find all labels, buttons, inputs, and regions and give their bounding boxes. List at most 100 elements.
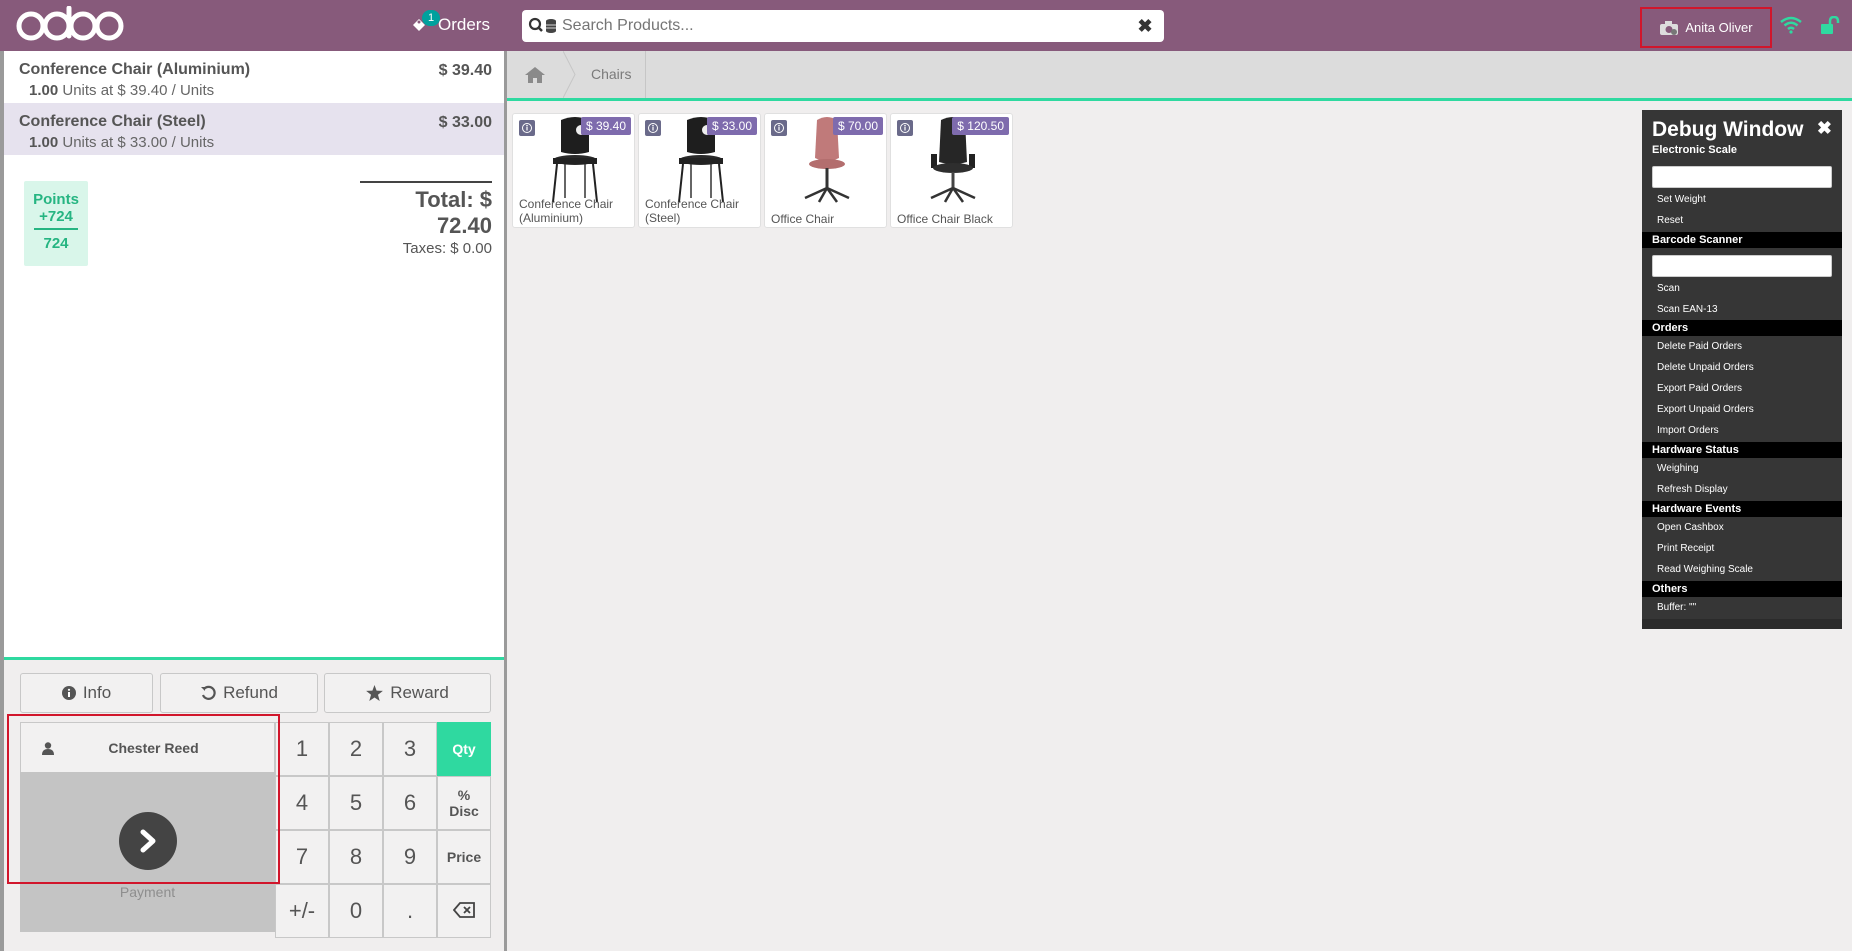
order-summary: Total: $ 72.40 Taxes: $ 0.00	[360, 181, 492, 257]
order-line-qty: 1.00	[29, 134, 59, 151]
product-info-icon[interactable]	[519, 120, 535, 136]
weighing-button[interactable]: Weighing	[1657, 463, 1699, 474]
order-taxes: Taxes: $ 0.00	[402, 240, 492, 257]
product-info-icon[interactable]	[645, 120, 661, 136]
scan-ean13-button[interactable]: Scan EAN-13	[1657, 304, 1718, 315]
product-name: Conference Chair (Steel)	[645, 197, 740, 225]
backspace-icon	[452, 898, 475, 924]
product-name: Office Chair Black	[897, 212, 993, 226]
barcode-input[interactable]	[1652, 255, 1832, 277]
numpad-key-plus-minus[interactable]: +/-	[275, 884, 329, 938]
order-line-selected[interactable]: Conference Chair (Steel) $ 33.00 1.00 Un…	[4, 103, 504, 155]
wifi-icon[interactable]	[1780, 16, 1802, 39]
loyalty-divider	[34, 228, 78, 230]
debug-window: Debug Window ✖ Electronic Scale Set Weig…	[1642, 110, 1842, 629]
section-others: Others	[1642, 581, 1842, 597]
breadcrumb-separator	[563, 51, 576, 98]
section-orders: Orders	[1642, 320, 1842, 336]
breadcrumb-category[interactable]: Chairs	[591, 51, 651, 98]
reset-button[interactable]: Reset	[1657, 215, 1683, 226]
read-weighing-scale-button[interactable]: Read Weighing Scale	[1657, 564, 1753, 575]
info-button[interactable]: Info	[20, 673, 153, 713]
unlock-icon[interactable]	[1820, 15, 1840, 39]
product-price-tag: $ 33.00	[706, 117, 757, 135]
order-total: Total: $ 72.40	[415, 187, 492, 238]
product-price-tag: $ 120.50	[952, 117, 1009, 135]
reward-button[interactable]: Reward	[324, 673, 491, 713]
delete-unpaid-orders-button[interactable]: Delete Unpaid Orders	[1657, 362, 1754, 373]
numpad-key-4[interactable]: 4	[275, 776, 329, 830]
scan-button[interactable]: Scan	[1657, 283, 1680, 294]
numpad-key-6[interactable]: 6	[383, 776, 437, 830]
debug-title: Debug Window	[1652, 118, 1804, 141]
set-weight-button[interactable]: Set Weight	[1657, 194, 1706, 205]
buffer-readout: Buffer: ""	[1657, 602, 1697, 613]
section-electronic-scale: Electronic Scale	[1652, 144, 1737, 156]
export-unpaid-orders-button[interactable]: Export Unpaid Orders	[1657, 404, 1754, 415]
numpad-key-0[interactable]: 0	[329, 884, 383, 938]
numpad-key-8[interactable]: 8	[329, 830, 383, 884]
loyalty-won: +724	[39, 208, 73, 225]
payment-highlight	[7, 714, 280, 884]
order-line-price: $ 39.40	[438, 62, 492, 79]
info-icon	[61, 686, 76, 700]
product-info-icon[interactable]	[771, 120, 787, 136]
refund-label: Refund	[223, 683, 278, 702]
order-line-unit-info: Units at $ 33.00 / Units	[62, 134, 215, 151]
section-barcode-scanner: Barcode Scanner	[1642, 232, 1842, 248]
discount-mode-button[interactable]: % Disc	[437, 776, 491, 830]
qty-mode-button[interactable]: Qty	[437, 722, 491, 776]
import-orders-button[interactable]: Import Orders	[1657, 425, 1719, 436]
search-input[interactable]	[562, 11, 1126, 41]
product-card[interactable]: $ 70.00 Office Chair	[764, 113, 887, 228]
orders-count-badge: 1	[422, 10, 440, 26]
product-price-tag: $ 39.40	[580, 117, 631, 135]
category-breadcrumb: Chairs	[507, 51, 1852, 101]
order-line[interactable]: Conference Chair (Aluminium) $ 39.40 1.0…	[4, 51, 504, 103]
product-price-tag: $ 70.00	[832, 117, 883, 135]
breadcrumb-divider	[645, 51, 646, 98]
odoo-logo	[14, 6, 124, 44]
home-button[interactable]	[507, 51, 563, 98]
backspace-button[interactable]	[437, 884, 491, 938]
close-icon[interactable]: ✖	[1817, 118, 1832, 139]
cashier-name: Anita Oliver	[1685, 20, 1753, 35]
loyalty-total: 724	[43, 235, 69, 252]
export-paid-orders-button[interactable]: Export Paid Orders	[1657, 383, 1742, 394]
undo-icon	[200, 685, 216, 701]
loyalty-points-box: Points +724 724	[24, 181, 88, 266]
cashier-button[interactable]: Anita Oliver	[1640, 7, 1772, 48]
numpad-key-7[interactable]: 7	[275, 830, 329, 884]
order-line-info: 1.00 Units at $ 39.40 / Units	[19, 82, 492, 99]
numpad-key-5[interactable]: 5	[329, 776, 383, 830]
price-mode-button[interactable]: Price	[437, 830, 491, 884]
product-info-icon[interactable]	[897, 120, 913, 136]
numpad-key-decimal[interactable]: .	[383, 884, 437, 938]
section-hardware-status: Hardware Status	[1642, 442, 1842, 458]
open-cashbox-button[interactable]: Open Cashbox	[1657, 522, 1724, 533]
delete-paid-orders-button[interactable]: Delete Paid Orders	[1657, 341, 1742, 352]
refresh-display-button[interactable]: Refresh Display	[1657, 484, 1728, 495]
product-search: ✖	[522, 10, 1164, 42]
refund-button[interactable]: Refund	[160, 673, 318, 713]
order-line-info: 1.00 Units at $ 33.00 / Units	[19, 134, 492, 151]
numpad-key-2[interactable]: 2	[329, 722, 383, 776]
product-card[interactable]: $ 33.00 Conference Chair (Steel)	[638, 113, 761, 228]
ticket-icon: 1	[408, 10, 440, 36]
reward-label: Reward	[390, 683, 449, 702]
discount-label: Disc	[449, 803, 479, 819]
search-icon	[528, 17, 558, 35]
order-line-name: Conference Chair (Steel)	[19, 113, 206, 130]
weight-input[interactable]	[1652, 166, 1832, 188]
home-icon	[525, 66, 545, 83]
numpad-key-9[interactable]: 9	[383, 830, 437, 884]
numpad-key-3[interactable]: 3	[383, 722, 437, 776]
product-card[interactable]: $ 39.40 Conference Chair (Aluminium)	[512, 113, 635, 228]
clear-search-icon[interactable]: ✖	[1126, 16, 1164, 37]
product-card[interactable]: $ 120.50 Office Chair Black	[890, 113, 1013, 228]
print-receipt-button[interactable]: Print Receipt	[1657, 543, 1714, 554]
loyalty-label: Points	[33, 191, 79, 208]
numpad-key-1[interactable]: 1	[275, 722, 329, 776]
orders-button[interactable]: 1 Orders	[408, 10, 490, 40]
order-line-unit-info: Units at $ 39.40 / Units	[62, 82, 215, 99]
